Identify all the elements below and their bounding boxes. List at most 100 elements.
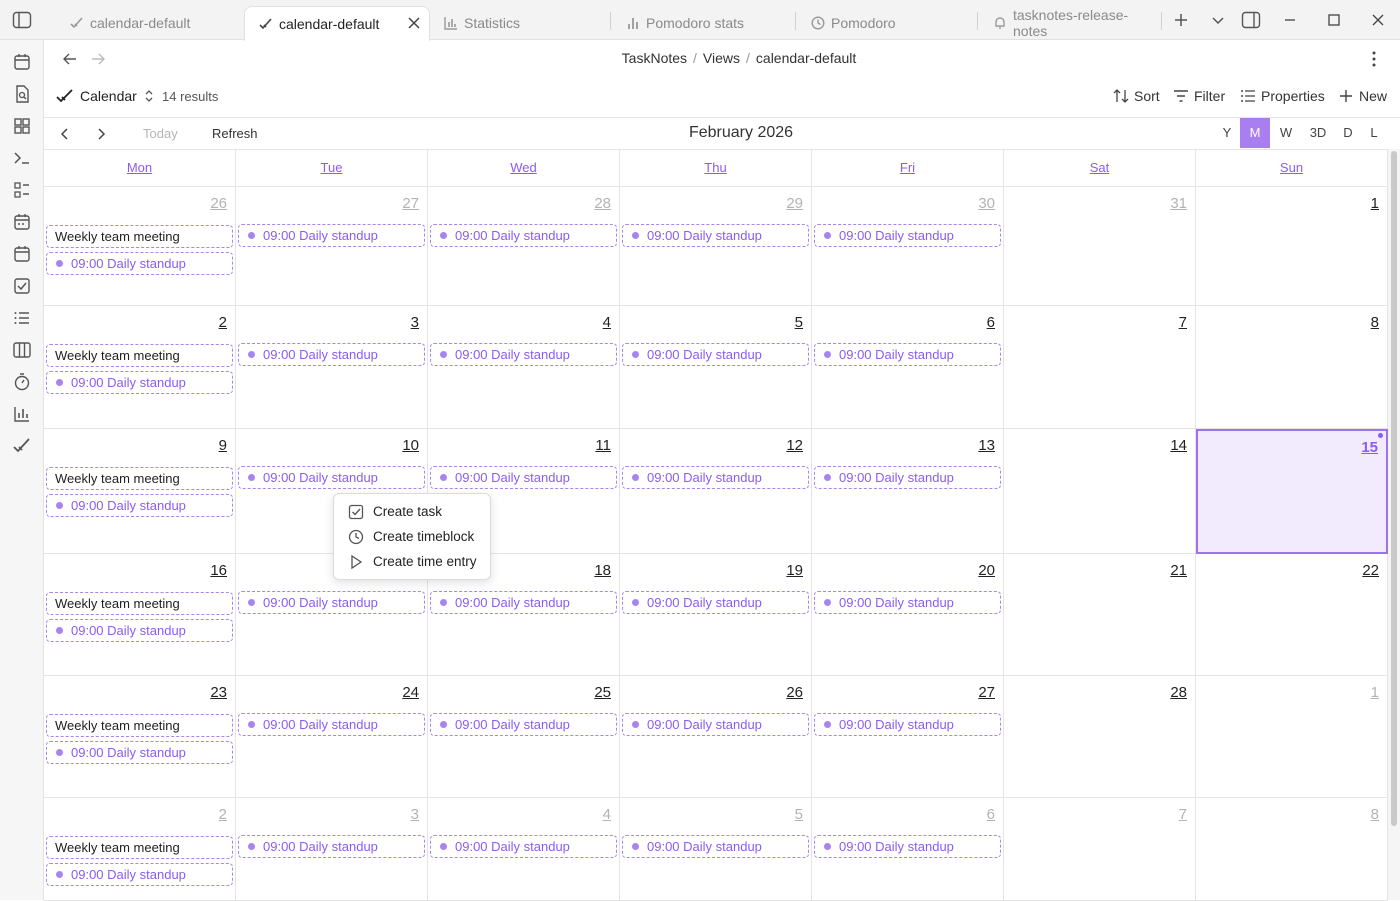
event-daily-standup[interactable]: 09:00 Daily standup (238, 713, 425, 736)
weekday-header[interactable]: Fri (812, 150, 1004, 187)
day-number[interactable]: 14 (1170, 437, 1187, 454)
event-daily-standup[interactable]: 09:00 Daily standup (430, 713, 617, 736)
day-cell[interactable]: 31 (1004, 187, 1196, 306)
day-cell[interactable]: 1 (1196, 676, 1388, 798)
event-daily-standup[interactable]: 09:00 Daily standup (814, 591, 1001, 614)
day-cell[interactable]: 28 (1004, 676, 1196, 798)
day-number[interactable]: 28 (594, 195, 611, 212)
maximize-icon[interactable] (1324, 10, 1344, 30)
create-time-entry-menu-item[interactable]: Create time entry (334, 549, 490, 574)
event-weekly-team-meeting[interactable]: Weekly team meeting (46, 344, 233, 367)
event-daily-standup[interactable]: 09:00 Daily standup (46, 741, 233, 764)
day-number[interactable]: 12 (786, 437, 803, 454)
day-number[interactable]: 5 (795, 314, 803, 331)
day-cell[interactable]: 21 (1004, 554, 1196, 676)
event-daily-standup[interactable]: 09:00 Daily standup (622, 835, 809, 858)
day-cell[interactable]: 14 (1004, 429, 1196, 554)
day-number[interactable]: 7 (1179, 806, 1187, 823)
day-number[interactable]: 23 (210, 684, 227, 701)
weekday-header[interactable]: Sun (1196, 150, 1388, 187)
day-number[interactable]: 7 (1179, 314, 1187, 331)
tasknotes-check-icon[interactable] (12, 436, 32, 456)
layout-grid-icon[interactable] (12, 116, 32, 136)
event-daily-standup[interactable]: 09:00 Daily standup (814, 835, 1001, 858)
event-daily-standup[interactable]: 09:00 Daily standup (814, 343, 1001, 366)
new-tab-icon[interactable] (1171, 10, 1191, 30)
day-cell[interactable]: 13 09:00 Daily standup (812, 429, 1004, 554)
day-number[interactable]: 4 (603, 314, 611, 331)
event-weekly-team-meeting[interactable]: Weekly team meeting (46, 836, 233, 859)
day-number[interactable]: 5 (795, 806, 803, 823)
day-number[interactable]: 24 (402, 684, 419, 701)
event-daily-standup[interactable]: 09:00 Daily standup (46, 371, 233, 394)
view-selector[interactable]: Calendar (56, 88, 155, 104)
event-weekly-team-meeting[interactable]: Weekly team meeting (46, 467, 233, 490)
day-cell[interactable]: 22 (1196, 554, 1388, 676)
create-task-menu-item[interactable]: Create task (334, 499, 490, 524)
day-cell[interactable]: 25 09:00 Daily standup (428, 676, 620, 798)
day-cell[interactable]: 16 Weekly team meeting 09:00 Daily standup (44, 554, 236, 676)
day-number[interactable]: 16 (210, 562, 227, 579)
list-checks-icon[interactable] (12, 180, 32, 200)
tab-release-notes[interactable]: tasknotes-release-notes (979, 6, 1161, 40)
day-number[interactable]: 30 (978, 195, 995, 212)
event-daily-standup[interactable]: 09:00 Daily standup (46, 252, 233, 275)
event-daily-standup[interactable]: 09:00 Daily standup (430, 343, 617, 366)
day-number[interactable]: 1 (1371, 684, 1379, 701)
day-cell[interactable]: 30 09:00 Daily standup (812, 187, 1004, 306)
event-daily-standup[interactable]: 09:00 Daily standup (814, 224, 1001, 247)
day-number[interactable]: 4 (603, 806, 611, 823)
day-cell[interactable]: 7 (1004, 306, 1196, 429)
day-number[interactable]: 21 (1170, 562, 1187, 579)
day-cell[interactable]: 23 Weekly team meeting 09:00 Daily standup (44, 676, 236, 798)
day-cell[interactable]: 29 09:00 Daily standup (620, 187, 812, 306)
day-cell[interactable]: 20 09:00 Daily standup (812, 554, 1004, 676)
view-week-button[interactable]: W (1271, 118, 1301, 148)
day-cell[interactable]: 24 09:00 Daily standup (236, 676, 428, 798)
event-daily-standup[interactable]: 09:00 Daily standup (622, 713, 809, 736)
event-weekly-team-meeting[interactable]: Weekly team meeting (46, 592, 233, 615)
day-number[interactable]: 27 (402, 195, 419, 212)
more-options-icon[interactable] (1366, 50, 1382, 68)
day-cell[interactable]: 26 09:00 Daily standup (620, 676, 812, 798)
day-cell[interactable]: 5 09:00 Daily standup (620, 306, 812, 429)
weekday-header[interactable]: Tue (236, 150, 428, 187)
day-number[interactable]: 3 (411, 314, 419, 331)
chevron-down-icon[interactable] (1208, 10, 1228, 30)
day-cell[interactable]: 6 09:00 Daily standup (812, 798, 1004, 901)
day-number[interactable]: 27 (978, 684, 995, 701)
checkbox-icon[interactable] (12, 276, 32, 296)
day-number[interactable]: 18 (594, 562, 611, 579)
day-number[interactable]: 6 (987, 806, 995, 823)
event-daily-standup[interactable]: 09:00 Daily standup (814, 713, 1001, 736)
close-window-icon[interactable] (1368, 10, 1388, 30)
day-number[interactable]: 2 (219, 806, 227, 823)
breadcrumb-item[interactable]: Views (703, 50, 740, 66)
close-tab-icon[interactable] (407, 16, 421, 30)
day-cell-today[interactable]: 15 (1196, 429, 1388, 554)
file-search-icon[interactable] (12, 84, 32, 104)
event-daily-standup[interactable]: 09:00 Daily standup (622, 224, 809, 247)
new-button[interactable]: New (1338, 88, 1387, 104)
event-daily-standup[interactable]: 09:00 Daily standup (430, 835, 617, 858)
day-number[interactable]: 28 (1170, 684, 1187, 701)
filter-button[interactable]: Filter (1173, 88, 1225, 104)
bar-chart-icon[interactable] (12, 404, 32, 424)
day-cell[interactable]: 3 09:00 Daily standup (236, 306, 428, 429)
event-daily-standup[interactable]: 09:00 Daily standup (46, 619, 233, 642)
event-daily-standup[interactable]: 09:00 Daily standup (622, 591, 809, 614)
day-number[interactable]: 3 (411, 806, 419, 823)
day-number[interactable]: 8 (1371, 314, 1379, 331)
event-daily-standup[interactable]: 09:00 Daily standup (46, 863, 233, 886)
breadcrumb-item[interactable]: calendar-default (756, 50, 856, 66)
day-number[interactable]: 29 (786, 195, 803, 212)
tab-calendar-default-1[interactable]: calendar-default (56, 6, 244, 40)
tab-statistics[interactable]: Statistics (430, 6, 610, 40)
day-cell[interactable]: 3 09:00 Daily standup (236, 798, 428, 901)
day-cell[interactable]: 5 09:00 Daily standup (620, 798, 812, 901)
day-number[interactable]: 31 (1170, 195, 1187, 212)
minimize-icon[interactable] (1280, 10, 1300, 30)
day-cell[interactable]: 12 09:00 Daily standup (620, 429, 812, 554)
event-daily-standup[interactable]: 09:00 Daily standup (622, 466, 809, 489)
day-number[interactable]: 1 (1371, 195, 1379, 212)
